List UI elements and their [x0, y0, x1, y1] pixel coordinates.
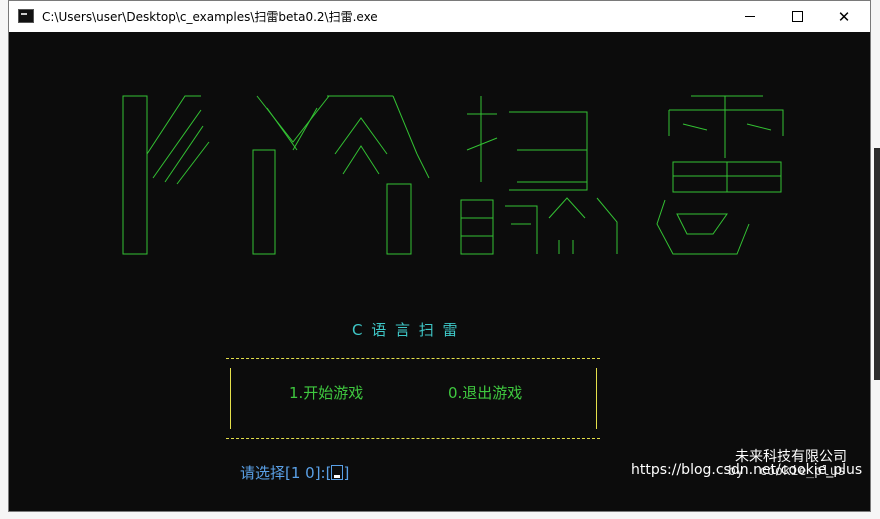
- logo-letter-y: [252, 95, 330, 255]
- watermark-url: https://blog.csdn.net/cookie_plus: [631, 462, 863, 478]
- choice-prompt[interactable]: 请选择[1 0]:[]: [240, 462, 349, 483]
- menu-border-left: [230, 368, 231, 429]
- maximize-icon: [791, 11, 803, 22]
- menu-border-top: [226, 358, 600, 359]
- logo-lower-row: [460, 197, 750, 255]
- menu-option-quit: 0.退出游戏: [448, 384, 523, 402]
- input-cursor[interactable]: [331, 465, 344, 480]
- logo-letter-a: [327, 95, 430, 255]
- menu-option-start: 1.开始游戏: [289, 384, 364, 402]
- background-scrollbar: [874, 148, 880, 380]
- close-button[interactable]: ✕: [821, 1, 867, 32]
- maximize-button[interactable]: [774, 1, 820, 32]
- prompt-label: 请选择[1 0]:[: [240, 464, 332, 482]
- ascii-logo: [122, 95, 784, 255]
- minimize-icon: [745, 16, 755, 17]
- logo-char-lei: [668, 95, 784, 193]
- menu-border-bottom: [226, 438, 600, 439]
- main-menu: 1.开始游戏 0.退出游戏: [226, 358, 600, 440]
- logo-char-sao: [466, 96, 588, 191]
- minimize-button[interactable]: [727, 1, 773, 32]
- console-window[interactable]: C:\Users\user\Desktop\c_examples\扫雷beta0…: [8, 0, 871, 512]
- game-subtitle: C 语 言 扫 雷: [352, 321, 460, 339]
- close-icon: ✕: [837, 7, 851, 26]
- menu-border-right: [596, 368, 597, 429]
- logo-letter-k: [122, 95, 210, 255]
- window-title: C:\Users\user\Desktop\c_examples\扫雷beta0…: [42, 10, 378, 24]
- prompt-close-bracket: ]: [343, 464, 350, 482]
- title-bar[interactable]: C:\Users\user\Desktop\c_examples\扫雷beta0…: [9, 1, 870, 32]
- console-output: C 语 言 扫 雷 1.开始游戏 0.退出游戏 请选择[1 0]:[] by c…: [9, 32, 870, 511]
- console-app-icon: [18, 9, 34, 23]
